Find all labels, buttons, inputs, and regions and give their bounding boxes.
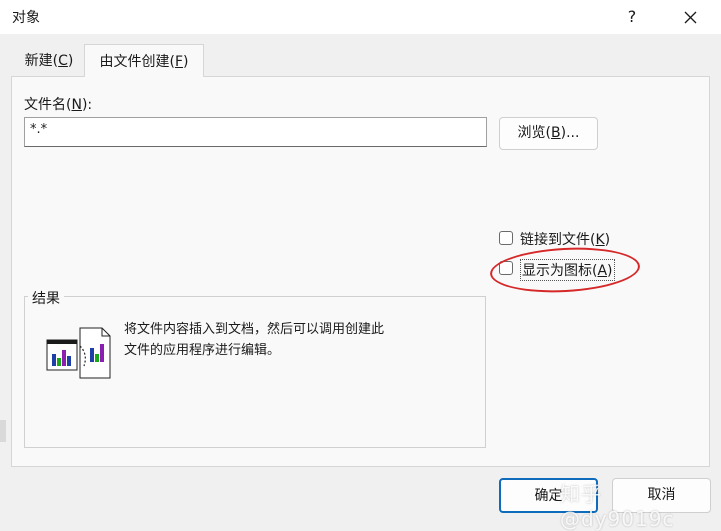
close-icon bbox=[684, 11, 697, 24]
tab-create-new[interactable]: 新建(C) bbox=[14, 46, 84, 76]
file-name-input[interactable]: *.* bbox=[24, 117, 487, 147]
link-to-file-checkbox[interactable] bbox=[499, 231, 513, 245]
close-button[interactable] bbox=[670, 0, 710, 34]
file-name-label: 文件名(N): bbox=[24, 97, 93, 113]
result-description-line-1: 将文件内容插入到文档，然后可以调用创建此 bbox=[124, 322, 385, 337]
watermark: 知乎 @dy9019c bbox=[560, 482, 675, 531]
browse-button[interactable]: 浏览(B)... bbox=[499, 117, 598, 150]
result-description-line-2: 文件的应用程序进行编辑。 bbox=[124, 343, 281, 358]
result-description: 将文件内容插入到文档，然后可以调用创建此 文件的应用程序进行编辑。 bbox=[124, 319, 444, 361]
result-heading: 结果 bbox=[28, 288, 64, 308]
dialog-title: 对象 bbox=[12, 10, 40, 26]
tab-create-from-file[interactable]: 由文件创建(F) bbox=[84, 44, 204, 77]
help-button[interactable]: ? bbox=[619, 2, 645, 32]
title-bar: 对象 ? bbox=[0, 0, 721, 34]
link-to-file-label[interactable]: 链接到文件(K) bbox=[520, 229, 610, 249]
insert-file-icon bbox=[46, 326, 116, 382]
background-edge bbox=[0, 420, 6, 442]
